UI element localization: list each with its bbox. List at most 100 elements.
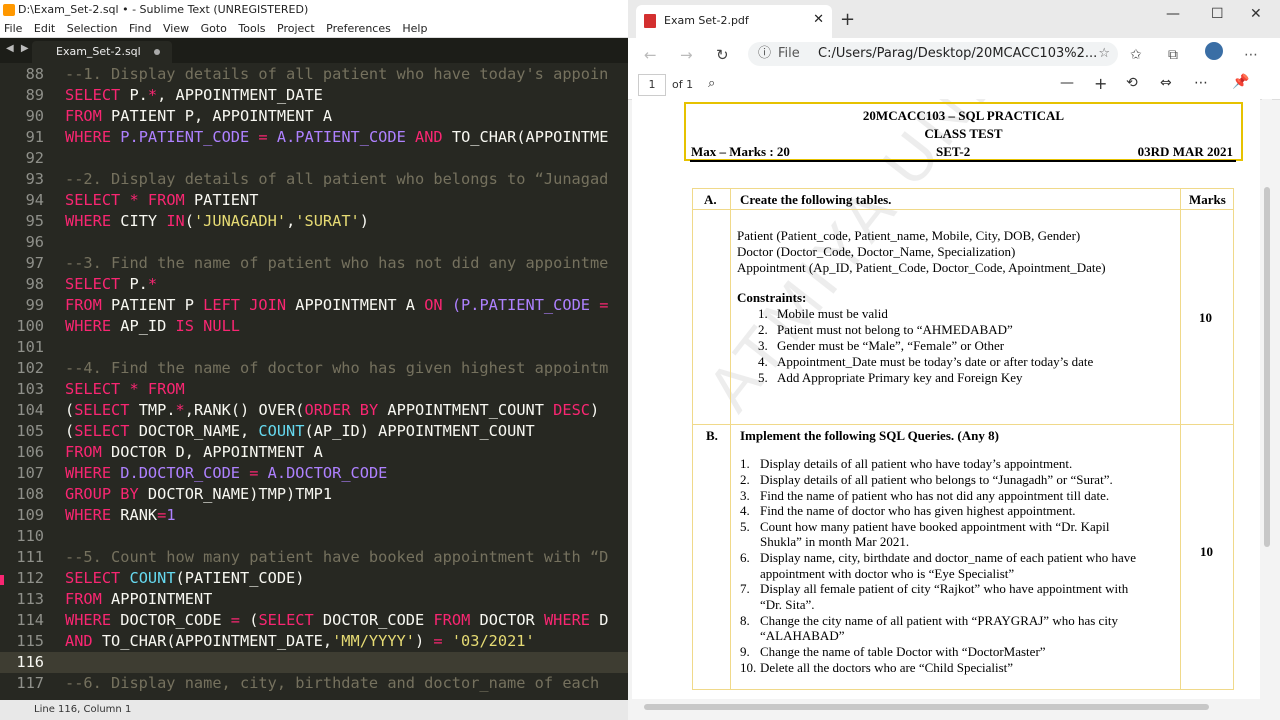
pin-toolbar-icon[interactable]: 📌 bbox=[1232, 74, 1249, 90]
code-line: 108 GROUP BY DOCTOR_NAME)TMP)TMP1 bbox=[16, 485, 333, 503]
query-num: 6. bbox=[740, 550, 750, 565]
table-border bbox=[730, 188, 731, 690]
sublime-window: D:\Exam_Set-2.sql • - Sublime Text (UNRE… bbox=[0, 0, 628, 720]
query-num: 5. bbox=[740, 519, 750, 534]
menu-help[interactable]: Help bbox=[402, 20, 427, 37]
tab-exam-set-2[interactable]: Exam_Set-2.sql bbox=[32, 41, 172, 63]
course-title: 20MCACC103 – SQL PRACTICAL bbox=[862, 108, 1065, 123]
page-number-input[interactable]: 1 bbox=[638, 74, 666, 96]
collections-icon[interactable]: ⧉ bbox=[1168, 47, 1178, 63]
table-def: Appointment (Ap_ID, Patient_Code, Doctor… bbox=[737, 260, 1106, 275]
query-num: 10. bbox=[740, 660, 757, 675]
query-item: Count how many patient have booked appoi… bbox=[760, 519, 1110, 534]
scroll-thumb[interactable] bbox=[644, 704, 1209, 710]
table-border bbox=[1180, 188, 1181, 690]
code-line: 89 SELECT P.*, APPOINTMENT_DATE bbox=[25, 86, 323, 104]
favorite-icon[interactable]: ☆ bbox=[1098, 42, 1110, 66]
code-line: 94 SELECT * FROM PATIENT bbox=[25, 191, 259, 209]
menu-file[interactable]: File bbox=[4, 20, 22, 37]
close-tab-icon[interactable]: ✕ bbox=[813, 12, 824, 27]
menu-tools[interactable]: Tools bbox=[238, 20, 265, 37]
question-table: A. Create the following tables. Marks Pa… bbox=[692, 188, 1234, 690]
marks-header: Marks bbox=[1189, 192, 1226, 207]
code-line: 109 WHERE RANK=1 bbox=[16, 506, 176, 524]
close-window-icon[interactable]: ✕ bbox=[1250, 6, 1262, 22]
constraint-num: 5. bbox=[758, 370, 768, 385]
unsaved-dot-icon[interactable] bbox=[154, 49, 160, 55]
query-num: 7. bbox=[740, 581, 750, 596]
max-marks: Max – Marks : 20 bbox=[691, 144, 790, 159]
exam-date: 03RD MAR 2021 bbox=[1137, 144, 1233, 159]
sublime-tab-bar: ◀ ▶ Exam_Set-2.sql bbox=[0, 38, 628, 63]
cursor-position: Line 116, Column 1 bbox=[34, 704, 132, 715]
test-title: CLASS TEST bbox=[924, 126, 1003, 141]
constraint-item: Add Appropriate Primary key and Foreign … bbox=[777, 370, 1023, 385]
code-line: 106 FROM DOCTOR D, APPOINTMENT A bbox=[16, 443, 323, 461]
minimize-icon[interactable]: — bbox=[1166, 6, 1180, 22]
zoom-out-icon[interactable]: — bbox=[1060, 75, 1074, 91]
constraint-num: 2. bbox=[758, 322, 768, 337]
query-num: 8. bbox=[740, 613, 750, 628]
query-item: Display name, city, birthdate and doctor… bbox=[760, 550, 1137, 565]
menu-preferences[interactable]: Preferences bbox=[326, 20, 391, 37]
menu-find[interactable]: Find bbox=[129, 20, 152, 37]
code-line: 101 bbox=[16, 338, 44, 356]
profile-avatar[interactable] bbox=[1205, 42, 1223, 60]
query-item: Display details of all patient who belon… bbox=[760, 472, 1113, 487]
more-menu-icon[interactable]: ⋯ bbox=[1244, 47, 1258, 63]
table-border bbox=[692, 188, 1234, 189]
refresh-icon[interactable]: ↻ bbox=[716, 46, 729, 64]
section-a-label: A. bbox=[704, 192, 717, 207]
pdf-toolbar: 1 of 1 ⌕ — + ⟲ ⇔ ⋯ 📌 bbox=[628, 71, 1280, 100]
browser-tab-title: Exam Set-2.pdf bbox=[664, 14, 749, 27]
info-icon[interactable]: ⓘ bbox=[758, 42, 771, 66]
back-icon[interactable]: ← bbox=[644, 46, 657, 64]
search-icon[interactable]: ⌕ bbox=[708, 76, 715, 91]
menu-edit[interactable]: Edit bbox=[34, 20, 55, 37]
fit-page-icon[interactable]: ⇔ bbox=[1160, 75, 1172, 91]
code-editor[interactable]: 88 --1. Display details of all patient wh… bbox=[0, 64, 628, 700]
marks-b: 10 bbox=[1200, 544, 1213, 559]
tab-nav-arrows-icon[interactable]: ◀ ▶ bbox=[6, 43, 31, 54]
menu-selection[interactable]: Selection bbox=[67, 20, 118, 37]
constraint-num: 1. bbox=[758, 306, 768, 321]
maximize-icon[interactable]: ☐ bbox=[1211, 6, 1224, 22]
menu-goto[interactable]: Goto bbox=[201, 20, 227, 37]
rotate-icon[interactable]: ⟲ bbox=[1126, 75, 1138, 91]
code-line: 110 bbox=[16, 527, 44, 545]
code-line: 99 FROM PATIENT P LEFT JOIN APPOINTMENT A… bbox=[25, 296, 609, 314]
code-line: 103 SELECT * FROM bbox=[16, 380, 185, 398]
address-bar[interactable]: ⓘ File C:/Users/Parag/Desktop/20MCACC103… bbox=[748, 42, 1118, 66]
code-line: 95 WHERE CITY IN('JUNAGADH','SURAT') bbox=[25, 212, 369, 230]
query-num: 3. bbox=[740, 488, 750, 503]
horizontal-scrollbar[interactable] bbox=[628, 701, 1268, 713]
forward-icon[interactable]: → bbox=[680, 46, 693, 64]
table-def: Doctor (Doctor_Code, Doctor_Name, Specia… bbox=[737, 244, 1016, 259]
code-line: 107 WHERE D.DOCTOR_CODE = A.DOCTOR_CODE bbox=[16, 464, 388, 482]
query-item: Change the name of table Doctor with “Do… bbox=[760, 644, 1046, 659]
zoom-in-icon[interactable]: + bbox=[1094, 74, 1107, 93]
scroll-thumb[interactable] bbox=[1264, 187, 1270, 547]
tab-label: Exam_Set-2.sql bbox=[56, 45, 141, 58]
query-item: Change the city name of all patient with… bbox=[760, 613, 1119, 628]
pdf-more-icon[interactable]: ⋯ bbox=[1194, 75, 1208, 91]
marks-a: 10 bbox=[1199, 310, 1212, 325]
constraint-item: Gender must be “Male”, “Female” or Other bbox=[777, 338, 1005, 353]
vertical-scrollbar[interactable] bbox=[1262, 99, 1272, 699]
code-line: 111 --5. Count how many patient have book… bbox=[16, 548, 609, 566]
section-a-title: Create the following tables. bbox=[740, 192, 892, 207]
set-label: SET-2 bbox=[936, 144, 971, 159]
page-total: of 1 bbox=[672, 78, 694, 91]
favorites-icon[interactable]: ✩ bbox=[1130, 47, 1142, 63]
code-line: 98 SELECT P.* bbox=[25, 275, 158, 293]
table-border bbox=[692, 424, 1234, 425]
query-item-cont: “ALAHABAD” bbox=[760, 628, 845, 643]
code-line: 91 WHERE P.PATIENT_CODE = A.PATIENT_CODE … bbox=[25, 128, 609, 146]
menu-view[interactable]: View bbox=[163, 20, 189, 37]
browser-tab-pdf[interactable]: Exam Set-2.pdf ✕ bbox=[636, 5, 832, 38]
code-line: 104 (SELECT TMP.*,RANK() OVER(ORDER BY AP… bbox=[16, 401, 600, 419]
new-tab-icon[interactable]: + bbox=[840, 9, 855, 30]
url-scheme-label: File bbox=[778, 46, 800, 61]
menu-project[interactable]: Project bbox=[277, 20, 315, 37]
table-def: Patient (Patient_code, Patient_name, Mob… bbox=[737, 228, 1081, 243]
